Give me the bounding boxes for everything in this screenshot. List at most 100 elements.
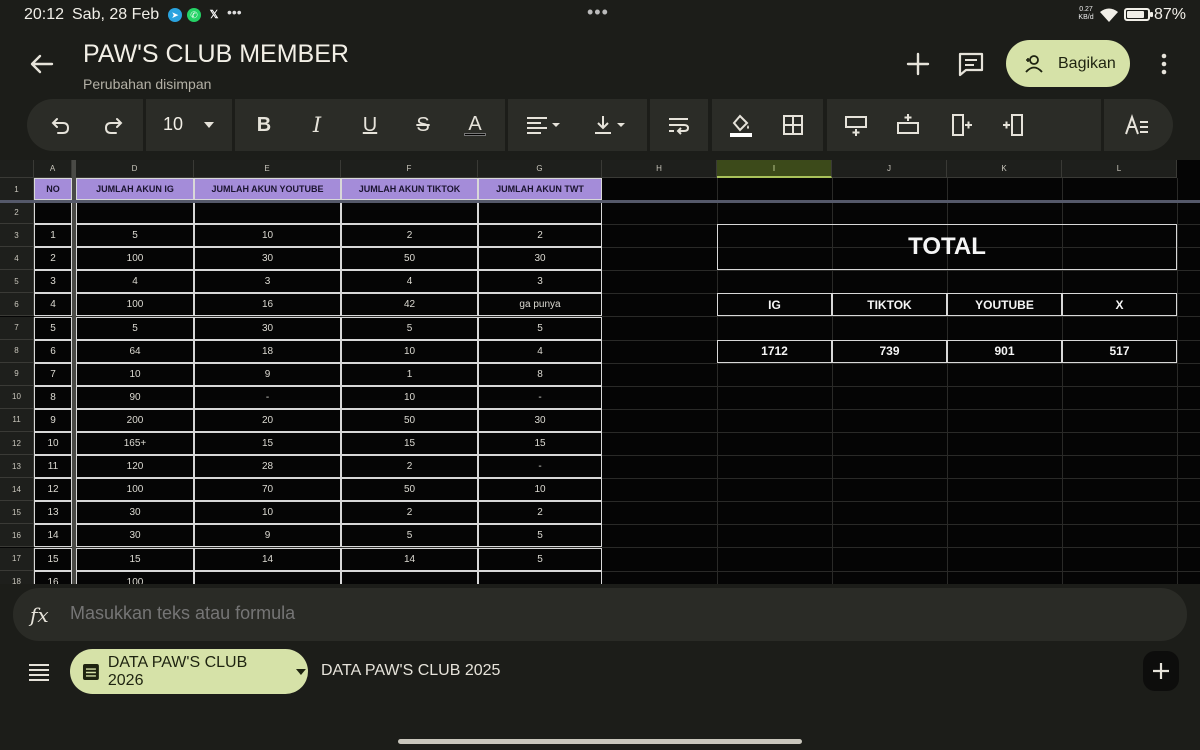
table-cell[interactable]: 165+ [76, 432, 194, 455]
table-cell[interactable]: 2 [34, 247, 72, 271]
comment-icon[interactable] [955, 48, 987, 80]
undo-icon[interactable] [45, 109, 77, 141]
table-cell[interactable]: 10 [194, 224, 341, 248]
row-header-11[interactable]: 11 [0, 408, 34, 432]
table-cell[interactable]: 9 [194, 524, 341, 548]
table-cell[interactable] [341, 570, 478, 584]
table-header-cell[interactable]: JUMLAH AKUN TIKTOK [341, 178, 478, 200]
back-arrow-icon[interactable] [26, 50, 58, 78]
table-cell[interactable]: 3 [34, 270, 72, 294]
vertical-align-icon[interactable] [591, 109, 631, 141]
table-cell[interactable]: 10 [341, 339, 478, 363]
table-cell[interactable] [478, 570, 602, 584]
font-size-value[interactable]: 10 [163, 114, 183, 135]
share-button[interactable]: Bagikan [1006, 40, 1130, 87]
table-cell[interactable]: 11 [34, 455, 72, 479]
function-icon[interactable]: fx [30, 603, 49, 627]
fill-color-icon[interactable] [725, 109, 757, 141]
sheet-tab-active[interactable]: DATA PAW'S CLUB 2026 [70, 649, 308, 694]
table-cell[interactable]: 30 [478, 247, 602, 271]
column-header-j[interactable]: J [832, 160, 947, 178]
more-options-icon[interactable] [1150, 50, 1178, 78]
row-header-3[interactable]: 3 [0, 224, 34, 248]
table-cell-empty[interactable] [194, 201, 341, 224]
table-cell[interactable]: 90 [76, 385, 194, 409]
column-header-h[interactable]: H [602, 160, 717, 178]
insert-row-below-icon[interactable] [892, 109, 924, 141]
table-cell[interactable]: 16 [194, 293, 341, 317]
table-cell[interactable]: 15 [194, 432, 341, 455]
row-header-14[interactable]: 14 [0, 478, 34, 502]
row-header-13[interactable]: 13 [0, 455, 34, 479]
add-sheet-button[interactable] [1143, 651, 1179, 691]
table-cell[interactable]: 5 [341, 524, 478, 548]
row-header-16[interactable]: 16 [0, 524, 34, 548]
table-cell[interactable]: 14 [34, 524, 72, 548]
table-cell[interactable]: 2 [341, 455, 478, 479]
table-cell[interactable]: 4 [341, 270, 478, 294]
table-cell[interactable]: 10 [194, 501, 341, 525]
table-cell[interactable]: 2 [341, 501, 478, 525]
table-cell[interactable]: 5 [478, 547, 602, 571]
spreadsheet-grid[interactable]: A D E F G H I J K L 1 2 3 4 5 6 7 8 9 10 11 12 13 14 15 16 17 18 NO J… [0, 160, 1200, 584]
table-cell[interactable]: 5 [76, 224, 194, 248]
row-header-9[interactable]: 9 [0, 362, 34, 386]
row-header-18[interactable]: 18 [0, 570, 34, 584]
redo-icon[interactable] [97, 109, 129, 141]
horizontal-align-icon[interactable] [524, 109, 564, 141]
table-cell[interactable]: 50 [341, 478, 478, 502]
table-cell[interactable]: 3 [478, 270, 602, 294]
table-cell[interactable]: 12 [34, 478, 72, 502]
text-color-icon[interactable]: A [459, 109, 491, 141]
totals-value[interactable]: 901 [947, 339, 1062, 363]
table-cell[interactable]: 5 [478, 316, 602, 340]
table-cell[interactable]: 100 [76, 478, 194, 502]
table-cell-empty[interactable] [76, 201, 194, 224]
table-cell[interactable]: 14 [194, 547, 341, 571]
row-header-8[interactable]: 8 [0, 339, 34, 363]
table-cell[interactable]: 13 [34, 501, 72, 525]
table-cell[interactable]: 14 [341, 547, 478, 571]
table-cell[interactable]: 18 [194, 339, 341, 363]
row-header-1[interactable]: 1 [0, 178, 34, 201]
table-cell[interactable]: 10 [34, 432, 72, 455]
row-header-10[interactable]: 10 [0, 385, 34, 409]
table-cell[interactable]: 2 [341, 224, 478, 248]
table-cell[interactable]: 42 [341, 293, 478, 317]
table-cell[interactable]: 20 [194, 408, 341, 432]
column-header-g[interactable]: G [478, 160, 602, 178]
table-cell[interactable]: 4 [478, 339, 602, 363]
insert-column-left-icon[interactable] [946, 109, 978, 141]
totals-title[interactable]: TOTAL [717, 224, 1177, 271]
multitask-handle-icon[interactable]: ••• [587, 2, 609, 23]
table-header-cell[interactable]: JUMLAH AKUN YOUTUBE [194, 178, 341, 200]
column-header-f[interactable]: F [341, 160, 478, 178]
formula-input[interactable] [70, 603, 1170, 624]
column-header-l[interactable]: L [1062, 160, 1177, 178]
column-header-d[interactable]: D [76, 160, 194, 178]
table-cell[interactable]: 10 [341, 385, 478, 409]
table-cell[interactable]: 30 [194, 316, 341, 340]
table-cell[interactable]: 64 [76, 339, 194, 363]
table-cell[interactable]: 5 [478, 524, 602, 548]
totals-value[interactable]: 739 [832, 339, 947, 363]
table-cell[interactable]: 8 [34, 385, 72, 409]
column-freeze-handle[interactable] [72, 160, 76, 584]
table-cell[interactable]: 50 [341, 247, 478, 271]
table-cell[interactable]: 5 [76, 316, 194, 340]
table-cell[interactable]: 5 [341, 316, 478, 340]
totals-value[interactable]: 517 [1062, 339, 1177, 363]
table-cell-empty[interactable] [34, 201, 72, 224]
row-header-4[interactable]: 4 [0, 247, 34, 271]
table-cell[interactable]: 5 [34, 316, 72, 340]
table-cell[interactable]: 10 [76, 362, 194, 386]
row-header-2[interactable]: 2 [0, 201, 34, 224]
totals-label[interactable]: X [1062, 293, 1177, 317]
table-cell[interactable]: 100 [76, 293, 194, 317]
table-cell[interactable]: 70 [194, 478, 341, 502]
sheet-tab-2025[interactable]: DATA PAW'S CLUB 2025 [321, 662, 500, 680]
text-wrap-icon[interactable] [663, 109, 695, 141]
column-header-k[interactable]: K [947, 160, 1062, 178]
table-cell[interactable]: 9 [34, 408, 72, 432]
table-cell[interactable]: 4 [34, 293, 72, 317]
